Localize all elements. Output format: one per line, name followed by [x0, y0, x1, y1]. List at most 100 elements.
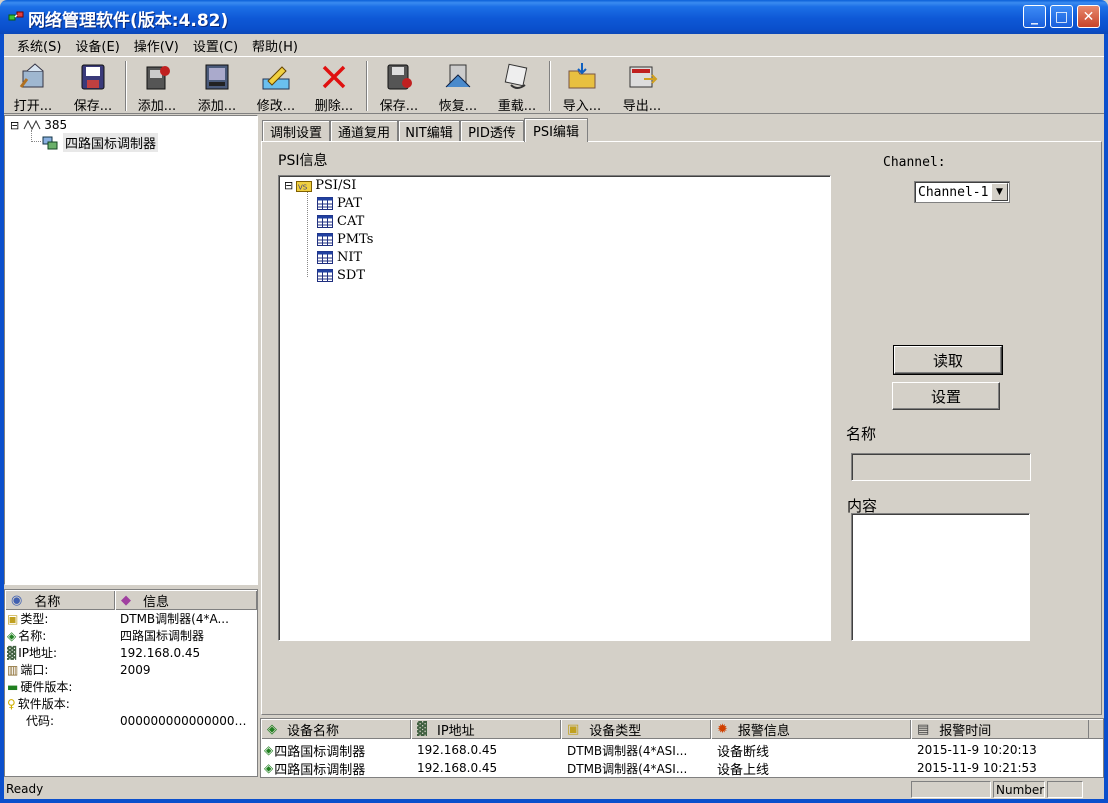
tab-pid[interactable]: PID透传	[460, 120, 524, 141]
info-key: 类型:	[20, 612, 49, 626]
alarm-header-label: 设备名称	[287, 724, 340, 739]
info-key: 代码:	[26, 714, 55, 728]
save-config-label: 保存...	[379, 99, 419, 114]
table-icon	[317, 197, 333, 210]
tab-psi[interactable]: PSI编辑	[524, 118, 588, 142]
alarm-header-info[interactable]: ✹ 报警信息	[711, 720, 911, 739]
table-icon	[317, 251, 333, 264]
app-network-icon	[8, 11, 24, 21]
ip-icon: ▓	[7, 645, 17, 660]
open-button[interactable]: 打开...	[4, 59, 62, 114]
tab-modulation[interactable]: 调制设置	[262, 120, 330, 141]
tab-multiplex[interactable]: 通道复用	[330, 120, 398, 141]
device-computer-icon	[42, 136, 58, 149]
info-row-type: ▣ 类型: DTMB调制器(4*A...	[7, 610, 250, 627]
window-title: 网络管理软件(版本:4.82)	[28, 11, 229, 31]
psi-expander[interactable]: ⊟	[284, 179, 293, 192]
content-textarea[interactable]	[851, 513, 1030, 641]
add-device-button[interactable]: 添加...	[128, 59, 186, 114]
info-key: 端口:	[20, 663, 49, 677]
name-icon: ◈	[7, 628, 17, 643]
psi-folder-icon: VS	[296, 180, 313, 192]
alarm-header-time[interactable]: ▤ 报警时间	[911, 720, 1089, 739]
save-button[interactable]: 保存...	[64, 59, 122, 114]
device-tree[interactable]: ⊟ 385 四路国标调制器	[4, 115, 258, 585]
info-key: 名称:	[18, 629, 47, 643]
psi-node-pmts[interactable]: PMTs	[317, 232, 373, 247]
psi-tree[interactable]: ⊟ VS PSI/SI PAT CAT PMTs NIT SDT	[278, 175, 831, 641]
alarm-header-ip[interactable]: ▓ IP地址	[411, 720, 561, 739]
psi-node-label: PMTs	[337, 232, 374, 247]
info-key: IP地址:	[18, 646, 58, 660]
info-row-name: ◈ 名称: 四路国标调制器	[7, 627, 250, 644]
alarm-header-device[interactable]: ◈ 设备名称	[261, 720, 411, 739]
export-button[interactable]: 导出...	[613, 59, 671, 114]
info-header-name-label: 名称	[34, 595, 61, 610]
modify-label: 修改...	[256, 99, 296, 114]
alarm-row[interactable]: ◈ 四路国标调制器 192.168.0.45 DTMB调制器(4*ASI... 设…	[261, 741, 1089, 760]
psi-tree-line	[307, 192, 308, 277]
info-row-port: ▥ 端口: 2009	[7, 661, 250, 678]
menu-settings[interactable]: 设置(C)	[186, 36, 245, 55]
info-key: 硬件版本:	[20, 680, 73, 694]
modify-button[interactable]: 修改...	[247, 59, 305, 114]
reload-button[interactable]: 重载...	[488, 59, 546, 114]
psi-node-pat[interactable]: PAT	[317, 196, 362, 211]
psi-node-nit[interactable]: NIT	[317, 250, 362, 265]
info-header-name[interactable]: ◉ 名称	[5, 591, 115, 610]
menu-operation[interactable]: 操作(V)	[127, 36, 186, 55]
close-button[interactable]: ✕	[1077, 5, 1100, 28]
psi-node-cat[interactable]: CAT	[317, 214, 364, 229]
tab-nit[interactable]: NIT编辑	[398, 120, 460, 141]
menu-device[interactable]: 设备(E)	[68, 36, 126, 55]
alarm-header-type[interactable]: ▣ 设备类型	[561, 720, 711, 739]
table-icon	[317, 269, 333, 282]
status-panel	[1047, 781, 1083, 798]
psi-root[interactable]: ⊟ VS PSI/SI	[284, 178, 356, 193]
alarm-bell-icon: ✹	[717, 722, 728, 737]
alarm-row[interactable]: ◈ 四路国标调制器 192.168.0.45 DTMB调制器(4*ASI... 设…	[261, 759, 1089, 778]
alarm-header-label: 报警信息	[737, 724, 790, 739]
name-field[interactable]	[851, 453, 1031, 481]
toolbar-separator	[125, 61, 127, 111]
add-item-label: 添加...	[197, 99, 237, 114]
info-value: DTMB调制器(4*A...	[120, 612, 229, 626]
status-bar: Ready Number	[4, 779, 1104, 799]
open-label: 打开...	[13, 99, 53, 114]
device-info-panel: ◉ 名称 ◆ 信息 ▣ 类型: DTMB调制器(4*A... ◈ 名称: 四路国标调…	[4, 589, 258, 777]
export-icon	[629, 66, 658, 88]
title-bar[interactable]: 网络管理软件(版本:4.82) _ □ ✕	[0, 0, 1108, 34]
psi-node-sdt[interactable]: SDT	[317, 268, 365, 283]
ip-address-icon: ▓	[417, 722, 427, 737]
restore-button[interactable]: 恢复...	[429, 59, 487, 114]
save-config-button[interactable]: 保存...	[370, 59, 428, 114]
info-value: 192.168.0.45	[120, 645, 201, 660]
alarm-info: 设备断线	[717, 744, 770, 760]
delete-label: 删除...	[314, 99, 354, 114]
tree-root-label: 385	[44, 118, 68, 132]
read-button[interactable]: 读取	[893, 345, 1003, 375]
type-icon: ▣	[7, 611, 19, 626]
device-type-icon: ▣	[567, 722, 580, 737]
maximize-button[interactable]: □	[1050, 5, 1073, 28]
alarm-time: 2015-11-9 10:20:13	[917, 743, 1037, 757]
minimize-button[interactable]: _	[1023, 5, 1046, 28]
info-row-code: 代码: 0000000000000000...	[7, 712, 250, 729]
alarm-info: 设备上线	[717, 762, 770, 778]
chevron-down-icon[interactable]: ▼	[991, 183, 1008, 201]
channel-label: Channel:	[883, 155, 946, 170]
add-item-button[interactable]: 添加...	[188, 59, 246, 114]
menu-help[interactable]: 帮助(H)	[245, 36, 305, 55]
menu-system[interactable]: 系统(S)	[10, 36, 68, 55]
tree-item-modulator[interactable]: 四路国标调制器	[41, 133, 159, 152]
alarm-list[interactable]: ◈ 设备名称 ▓ IP地址 ▣ 设备类型 ✹ 报警信息 ▤ 报警时间 ◈ 四路国标…	[260, 718, 1104, 778]
restore-icon	[445, 64, 471, 88]
tree-expander[interactable]: ⊟	[10, 119, 19, 132]
set-button[interactable]: 设置	[892, 382, 1000, 410]
channel-select[interactable]: Channel-1 ▼	[914, 181, 1010, 203]
info-header-info[interactable]: ◆ 信息	[115, 591, 257, 610]
toolbar: 打开... 保存... 添加... 添加... 修改... 删除... 保存..…	[4, 56, 1104, 114]
main-tabs: 调制设置 通道复用 NIT编辑 PID透传 PSI编辑 PSI信息 ⊟ VS P…	[260, 115, 1104, 715]
delete-button[interactable]: 删除...	[305, 59, 363, 114]
import-button[interactable]: 导入...	[553, 59, 611, 114]
